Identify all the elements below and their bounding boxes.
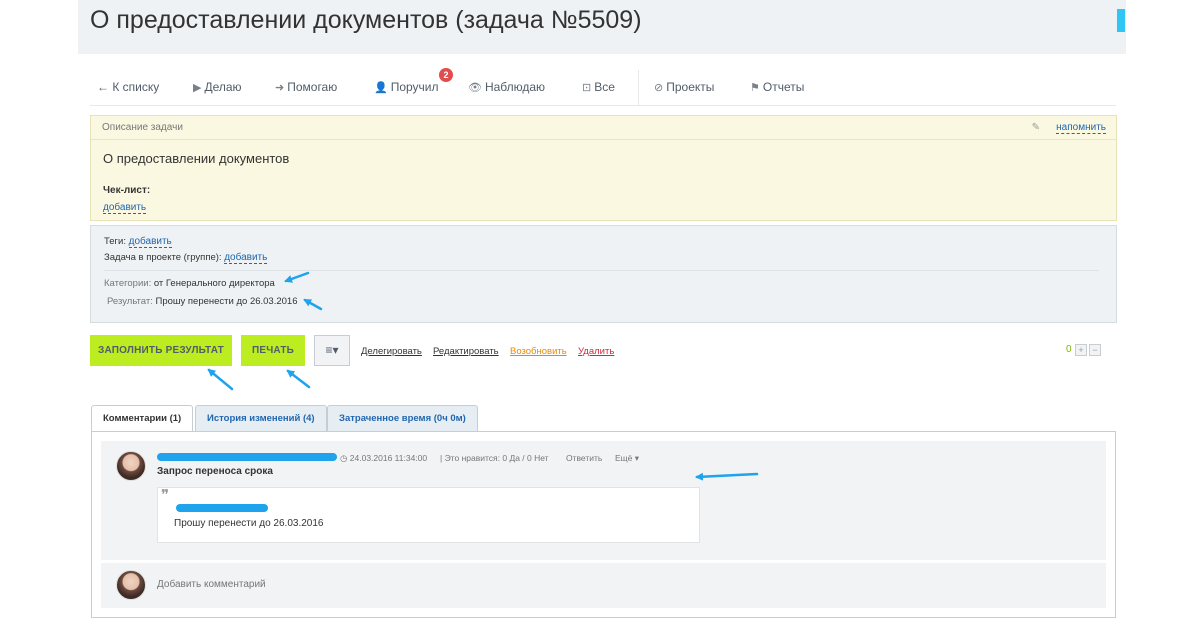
comment-title: Запрос переноса срока xyxy=(157,466,273,477)
tab-comments[interactable]: Комментарии (1) xyxy=(91,405,194,432)
more-actions-menu-button[interactable]: ≡▾ xyxy=(314,335,350,366)
project-add-link[interactable]: добавить xyxy=(224,252,268,264)
tags-row: Теги: добавить xyxy=(104,236,172,248)
reply-link[interactable]: Ответить xyxy=(566,453,602,463)
result-label: Результат: xyxy=(107,296,153,307)
quote-block: ❞ Прошу перенести до 26.03.2016 xyxy=(157,486,700,543)
notification-badge: 2 xyxy=(439,68,453,82)
avatar[interactable] xyxy=(116,451,146,481)
rate-plus-button[interactable]: + xyxy=(1075,344,1087,356)
description-header-label: Описание задачи xyxy=(102,122,183,133)
nav-doing[interactable]: ▶ Делаю xyxy=(193,80,242,94)
category-value: от Генерального директора xyxy=(153,278,275,289)
flag-icon: ⚑ xyxy=(750,82,760,94)
compass-icon: ⊘ xyxy=(654,82,664,94)
eye-icon: 👁 xyxy=(468,82,482,94)
edit-link[interactable]: Редактировать xyxy=(433,346,499,357)
arrow-right-icon: ➜ xyxy=(275,82,285,94)
result-row: Результат: Прошу перенести до 26.03.2016 xyxy=(107,296,298,307)
result-value: Прошу перенести до 26.03.2016 xyxy=(155,296,298,307)
nav-doing-label: Делаю xyxy=(204,80,242,94)
remind-link[interactable]: напомнить xyxy=(1056,122,1106,134)
rating-value: 0 xyxy=(1066,344,1072,355)
redacted-author-name xyxy=(157,453,337,461)
tags-add-link[interactable]: добавить xyxy=(128,236,172,248)
user-icon: 👤 xyxy=(374,82,388,94)
nav-projects-label: Проекты xyxy=(666,80,715,94)
nav-projects[interactable]: ⊘ Проекты xyxy=(654,80,714,94)
tab-time-spent[interactable]: Затраченное время (0ч 0м) xyxy=(327,405,478,431)
resume-link[interactable]: Возобновить xyxy=(510,346,567,357)
bell-icon: ✎ xyxy=(1031,122,1040,133)
nav-divider xyxy=(638,70,639,106)
fill-result-button[interactable]: ЗАПОЛНИТЬ РЕЗУЛЬТАТ xyxy=(90,335,232,366)
play-icon: ▶ xyxy=(193,82,202,94)
delete-link[interactable]: Удалить xyxy=(578,346,614,357)
checklist-label: Чек-лист: xyxy=(103,185,151,196)
category-row: Категории: от Генерального директора xyxy=(104,278,275,289)
properties-divider xyxy=(104,270,1099,271)
quote-text: Прошу перенести до 26.03.2016 xyxy=(174,518,324,529)
current-user-avatar xyxy=(116,570,146,600)
nav-reports-label: Отчеты xyxy=(762,80,805,94)
page-title: О предоставлении документов (задача №550… xyxy=(90,6,642,34)
nav-reports[interactable]: ⚑ Отчеты xyxy=(750,80,804,94)
print-button[interactable]: ПЕЧАТЬ xyxy=(241,335,305,366)
quote-icon: ❞ xyxy=(161,486,170,504)
checklist-add-link[interactable]: добавить xyxy=(103,202,147,214)
task-properties: Теги: добавить Задача в проекте (группе)… xyxy=(90,225,1117,323)
nav-assigned-label: Поручил xyxy=(390,80,439,94)
nav-back-label: ← К списку xyxy=(97,80,160,94)
category-label: Категории: xyxy=(104,278,152,289)
add-comment-input[interactable]: Добавить комментарий xyxy=(157,579,266,590)
project-label: Задача в проекте (группе): xyxy=(104,252,222,263)
description-header: Описание задачи ✎ напомнить xyxy=(91,116,1116,140)
redacted-quote-author xyxy=(176,504,268,512)
nav-all[interactable]: ⊡ Все xyxy=(582,80,615,94)
nav-watching-label: Наблюдаю xyxy=(484,80,546,94)
comment-datetime: ◷ 24.03.2016 11:34:00 xyxy=(340,453,428,463)
delegate-link[interactable]: Делегировать xyxy=(361,346,422,357)
nav-helping[interactable]: ➜ Помогаю xyxy=(275,80,337,94)
inbox-icon: ⊡ xyxy=(582,82,592,94)
tab-history[interactable]: История изменений (4) xyxy=(195,405,327,431)
description-text: О предоставлении документов xyxy=(103,151,290,166)
nav-watching[interactable]: 👁 Наблюдаю xyxy=(468,80,545,94)
comment-likes[interactable]: | Это нравится: 0 Да / 0 Нет xyxy=(440,453,549,463)
more-link[interactable]: Ещё ▾ xyxy=(615,453,639,464)
nav-assigned[interactable]: 👤 Поручил xyxy=(374,80,439,94)
scroll-marker xyxy=(1117,9,1125,32)
nav-back-to-list[interactable]: ← К списку xyxy=(97,80,159,94)
tags-label: Теги: xyxy=(104,236,126,247)
nav-all-label: Все xyxy=(594,80,615,94)
task-nav: ← К списку ▶ Делаю ➜ Помогаю 👤 Поручил 2 👁 Н… xyxy=(90,68,1116,106)
rate-minus-button[interactable]: − xyxy=(1089,344,1101,356)
nav-helping-label: Помогаю xyxy=(287,80,338,94)
task-description: Описание задачи ✎ напомнить О предоставл… xyxy=(90,115,1117,221)
project-row: Задача в проекте (группе): добавить xyxy=(104,252,268,264)
